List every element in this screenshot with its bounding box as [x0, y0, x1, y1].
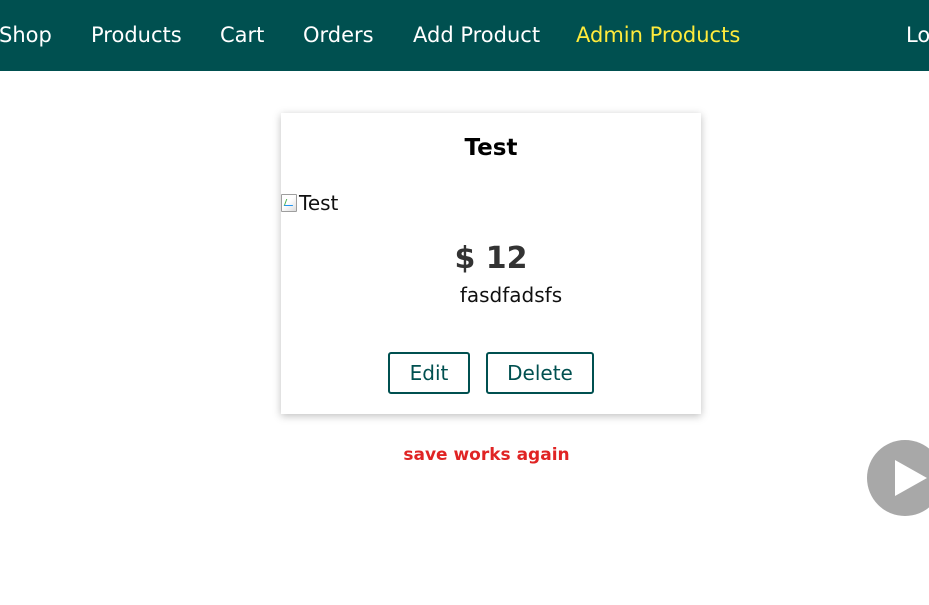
caption-text: save works again: [403, 445, 570, 465]
nav-item-cart[interactable]: Cart: [220, 20, 264, 50]
nav-item-admin-products[interactable]: Admin Products: [576, 20, 740, 50]
nav-item-orders[interactable]: Orders: [303, 20, 374, 50]
nav-item-logout[interactable]: Lo: [906, 20, 929, 50]
product-description: fasdfadsfs: [459, 283, 563, 307]
product-image: Test: [281, 189, 338, 217]
nav-item-shop[interactable]: Shop: [0, 20, 52, 50]
product-image-alt-text: Test: [299, 191, 339, 215]
play-icon: [895, 460, 927, 496]
product-card: Test Test $ 12 fasdfadsfs Edit Delete: [281, 113, 701, 414]
product-price: $ 12: [454, 241, 528, 276]
nav-item-products[interactable]: Products: [91, 20, 182, 50]
main-header: Shop Products Cart Orders Add Product Ad…: [0, 0, 929, 71]
product-title: Test: [464, 135, 518, 161]
delete-button[interactable]: Delete: [486, 352, 594, 394]
edit-button[interactable]: Edit: [388, 352, 470, 394]
nav-item-add-product[interactable]: Add Product: [413, 20, 540, 50]
broken-image-icon: [281, 194, 297, 212]
play-button[interactable]: [867, 440, 929, 516]
